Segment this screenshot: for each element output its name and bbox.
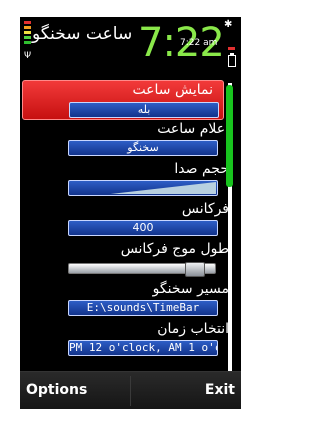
setting-label: طول موج فرکانس bbox=[120, 241, 229, 257]
battery-warning-icon bbox=[228, 47, 235, 50]
settings-list: نمایش ساعت بله اعلام ساعت سخنگو حجم صدا … bbox=[20, 80, 241, 360]
softkey-divider bbox=[130, 376, 131, 406]
signal-bar bbox=[24, 21, 31, 24]
setting-label: نمایش ساعت bbox=[132, 82, 213, 98]
slider-handle[interactable] bbox=[185, 262, 205, 277]
setting-value[interactable]: بله bbox=[69, 102, 219, 118]
setting-frequency[interactable]: فرکانس 400 bbox=[20, 200, 241, 240]
scrollbar-thumb[interactable] bbox=[226, 85, 233, 187]
status-bar: Ψ ساعت سخنگو 7:22 7:22 am ✱ bbox=[20, 17, 241, 77]
phone-screen: Ψ ساعت سخنگو 7:22 7:22 am ✱ نمایش ساعت ب… bbox=[20, 17, 241, 409]
setting-value[interactable]: PM 12 o'clock, AM 1 o'cl... bbox=[68, 340, 218, 356]
setting-label: انتخاب زمان bbox=[157, 321, 229, 337]
app-title: ساعت سخنگو bbox=[32, 24, 133, 44]
setting-label: مسیر سخنگو bbox=[152, 281, 229, 297]
exit-softkey[interactable]: Exit bbox=[205, 382, 235, 398]
setting-frequency-wavelength[interactable]: طول موج فرکانس bbox=[20, 240, 241, 280]
setting-show-clock[interactable]: نمایش ساعت بله bbox=[22, 80, 224, 120]
signal-bar bbox=[24, 31, 31, 34]
setting-value[interactable]: سخنگو bbox=[68, 140, 218, 156]
bluetooth-icon: ✱ bbox=[224, 19, 233, 30]
clock-small: 7:22 am bbox=[180, 38, 218, 48]
setting-label: اعلام ساعت bbox=[157, 121, 229, 137]
signal-bar bbox=[24, 26, 31, 29]
signal-strength-icon bbox=[24, 21, 31, 47]
setting-value[interactable]: 400 bbox=[68, 220, 218, 236]
softkey-bar: Options Exit bbox=[20, 371, 241, 409]
setting-announce-time[interactable]: اعلام ساعت سخنگو bbox=[20, 120, 241, 160]
setting-label: حجم صدا bbox=[174, 161, 229, 177]
volume-control[interactable] bbox=[68, 180, 218, 196]
options-softkey[interactable]: Options bbox=[26, 382, 87, 398]
volume-level-wedge bbox=[110, 182, 216, 194]
setting-volume[interactable]: حجم صدا bbox=[20, 160, 241, 200]
antenna-icon: Ψ bbox=[24, 51, 32, 61]
signal-bar bbox=[24, 36, 31, 39]
battery-icon bbox=[228, 53, 236, 67]
setting-value[interactable]: E:\sounds\TimeBar bbox=[68, 300, 218, 316]
wavelength-slider[interactable] bbox=[68, 262, 216, 277]
signal-bar bbox=[24, 41, 31, 44]
setting-speaker-path[interactable]: مسیر سخنگو E:\sounds\TimeBar bbox=[20, 280, 241, 320]
setting-label: فرکانس bbox=[181, 201, 229, 217]
setting-time-selection[interactable]: انتخاب زمان PM 12 o'clock, AM 1 o'cl... bbox=[20, 320, 241, 360]
